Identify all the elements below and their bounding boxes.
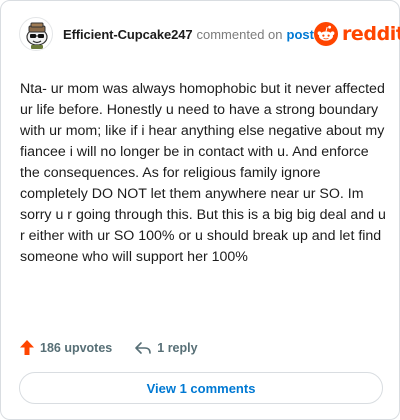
comment-body: Nta- ur mom was always homophobic but it… (20, 81, 386, 265)
post-link[interactable]: post (287, 27, 314, 42)
reply-button[interactable]: 1 reply (134, 340, 198, 355)
reply-count: 1 reply (157, 340, 198, 355)
reddit-logo[interactable]: reddit (313, 22, 400, 46)
reddit-wordmark: reddit (341, 23, 400, 45)
commented-on-text: commented on (196, 26, 283, 42)
user-avatar[interactable] (19, 17, 53, 51)
upvote-count: 186 upvotes (40, 340, 113, 355)
upvote-arrow-icon (20, 340, 34, 355)
username-link[interactable]: Efficient-Cupcake247 (63, 27, 193, 42)
comment-header: Efficient-Cupcake247 commented on post r… (19, 15, 400, 53)
snoo-avatar-icon (26, 22, 48, 49)
comment-actions: 186 upvotes 1 reply (19, 339, 198, 356)
comment-meta: Efficient-Cupcake247 commented on post (63, 27, 314, 42)
view-comments-button[interactable]: View 1 comments (19, 372, 383, 404)
comment-card: Efficient-Cupcake247 commented on post r… (0, 0, 400, 420)
reply-arrow-icon (135, 341, 152, 354)
reddit-snoo-icon (313, 22, 338, 46)
upvote-button[interactable]: 186 upvotes (19, 339, 112, 356)
